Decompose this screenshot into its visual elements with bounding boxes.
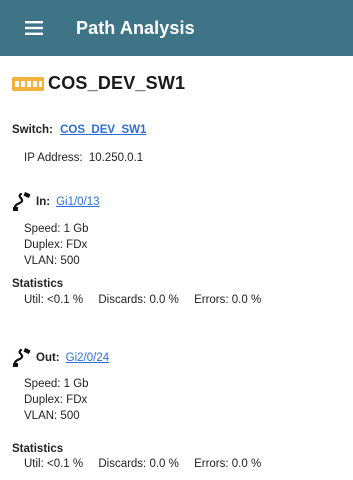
out-vlan: VLAN: 500 xyxy=(24,410,80,422)
ip-address-row: IP Address: 10.250.0.1 xyxy=(24,152,143,164)
in-errors: Errors: 0.0 % xyxy=(194,294,262,306)
device-header: COS_DEV_SW1 xyxy=(12,73,185,94)
out-port-link[interactable]: Gi2/0/24 xyxy=(66,352,109,364)
in-statistics-line: Util: <0.1 % Discards: 0.0 % Errors: 0.0… xyxy=(24,294,261,306)
path-analysis-content: COS_DEV_SW1 Switch: COS_DEV_SW1 IP Addre… xyxy=(0,56,353,480)
in-statistics-title: Statistics xyxy=(12,278,64,290)
switch-link[interactable]: COS_DEV_SW1 xyxy=(60,124,146,136)
ip-address-label: IP Address: xyxy=(24,152,83,164)
hamburger-menu-icon[interactable] xyxy=(10,0,58,56)
in-util: Util: <0.1 % xyxy=(24,294,84,306)
in-port-row: In: Gi1/0/13 xyxy=(12,192,100,212)
out-port-row: Out: Gi2/0/24 xyxy=(12,348,109,368)
out-speed: Speed: 1 Gb xyxy=(24,378,89,390)
in-vlan: VLAN: 500 xyxy=(24,255,80,267)
out-duplex: Duplex: FDx xyxy=(24,394,88,406)
out-label: Out: xyxy=(36,352,60,364)
network-switch-icon xyxy=(12,76,44,91)
in-duplex: Duplex: FDx xyxy=(24,239,88,251)
device-name: COS_DEV_SW1 xyxy=(48,73,186,93)
app-bar: Path Analysis xyxy=(0,0,353,56)
page-title: Path Analysis xyxy=(76,17,195,38)
in-speed: Speed: 1 Gb xyxy=(24,223,89,235)
ip-address-value: 10.250.0.1 xyxy=(88,152,144,164)
out-discards: Discards: 0.0 % xyxy=(98,458,179,470)
ethernet-cable-icon xyxy=(13,348,31,367)
in-label: In: xyxy=(36,196,51,208)
out-statistics-line: Util: <0.1 % Discards: 0.0 % Errors: 0.0… xyxy=(24,458,261,470)
switch-label: Switch: xyxy=(12,124,53,136)
in-discards: Discards: 0.0 % xyxy=(98,294,179,306)
out-statistics-title: Statistics xyxy=(12,443,64,455)
switch-row: Switch: COS_DEV_SW1 xyxy=(12,124,146,136)
ethernet-cable-icon xyxy=(13,192,31,211)
out-errors: Errors: 0.0 % xyxy=(194,458,262,470)
in-port-link[interactable]: Gi1/0/13 xyxy=(56,196,99,208)
out-util: Util: <0.1 % xyxy=(24,458,84,470)
